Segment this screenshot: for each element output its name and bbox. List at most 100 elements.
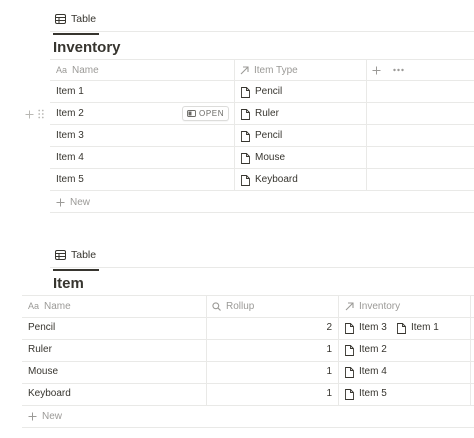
page-icon [241, 174, 250, 186]
view-tab-label: Table [71, 249, 97, 261]
header-top-border [22, 295, 474, 296]
column-header-rollup[interactable]: Rollup [212, 299, 254, 313]
text-property-icon: Aa [56, 65, 68, 75]
relation-page-label: Pencil [255, 130, 283, 141]
table-row-name[interactable]: Pencil [28, 321, 55, 335]
page-icon [241, 152, 250, 164]
relation-page-chip[interactable]: Item 1 [397, 321, 439, 335]
row-border [22, 317, 474, 318]
relation-page-chip[interactable]: Mouse [241, 151, 285, 165]
column-header-inventory[interactable]: Inventory [345, 299, 400, 313]
new-row-label: New [70, 196, 91, 208]
row-border [50, 168, 474, 169]
relation-page-chip[interactable]: Item 3 [345, 321, 387, 335]
rollup-value: 1 [326, 388, 332, 399]
relation-page-label: Item 1 [411, 322, 439, 333]
relation-page-label: Item 3 [359, 322, 387, 333]
new-row-label: New [42, 410, 63, 422]
page-icon [345, 366, 354, 378]
page-icon [241, 86, 250, 98]
search-rollup-icon [212, 301, 221, 311]
row-border [50, 124, 474, 125]
open-row-button[interactable]: OPEN [182, 106, 230, 121]
header-top-border [50, 59, 474, 60]
active-tab-underline [53, 33, 100, 35]
inventory-db-title[interactable]: Inventory [53, 39, 121, 56]
column-header-label: Name [72, 64, 99, 76]
view-tab-label: Table [71, 13, 97, 25]
relation-page-chip[interactable]: Item 2 [345, 343, 387, 357]
column-header-label: Inventory [359, 300, 401, 312]
drag-handle-icon[interactable] [38, 109, 44, 119]
table-row-name[interactable]: Item 4 [56, 151, 84, 165]
tab-divider [50, 267, 474, 268]
column-header-name[interactable]: Aa Name [56, 63, 99, 77]
item-db-title[interactable]: Item [53, 275, 84, 292]
relation-page-label: Mouse [255, 152, 286, 163]
row-border [22, 405, 474, 406]
table-row-name[interactable]: Item 2 [56, 107, 84, 121]
row-border [22, 427, 474, 428]
table-row-name[interactable]: Mouse [28, 365, 58, 379]
table-row-name[interactable]: Keyboard [28, 387, 71, 401]
relation-page-chip[interactable]: Item 4 [345, 365, 387, 379]
column-header-name[interactable]: Aa Name [28, 299, 71, 313]
column-divider [338, 295, 339, 405]
column-divider [206, 295, 207, 405]
page-icon [345, 344, 354, 356]
tab-divider [50, 31, 474, 32]
plus-icon [372, 66, 381, 75]
more-options-button[interactable] [393, 63, 404, 77]
item-view-tab-table[interactable]: Table [53, 245, 100, 271]
plus-icon [28, 412, 37, 421]
open-sidepeek-icon [187, 110, 196, 117]
add-column-button[interactable] [372, 63, 381, 77]
column-header-label: Name [44, 300, 71, 312]
relation-arrow-icon [240, 65, 249, 75]
relation-page-label: Pencil [255, 86, 283, 97]
column-divider [234, 59, 235, 190]
page-icon [345, 388, 354, 400]
table-row-name[interactable]: Item 3 [56, 129, 84, 143]
table-row-name[interactable]: Item 5 [56, 173, 84, 187]
add-new-row-button[interactable]: New [56, 195, 90, 209]
relation-arrow-icon [345, 301, 354, 311]
relation-page-chip[interactable]: Keyboard [241, 173, 298, 187]
relation-page-chip[interactable]: Item 5 [345, 387, 387, 401]
add-new-row-button[interactable]: New [28, 409, 62, 423]
more-dots-icon [393, 68, 404, 72]
relation-page-chip[interactable]: Pencil [241, 85, 282, 99]
column-header-item-type[interactable]: Item Type [240, 63, 298, 77]
page-icon [397, 322, 406, 334]
row-border [50, 146, 474, 147]
rollup-value: 1 [326, 366, 332, 377]
rollup-value: 1 [326, 344, 332, 355]
inventory-view-tab-table[interactable]: Table [53, 9, 100, 35]
table-row-name[interactable]: Item 1 [56, 85, 84, 99]
plus-icon [56, 198, 65, 207]
text-property-icon: Aa [28, 301, 40, 311]
row-border [22, 383, 474, 384]
column-header-label: Item Type [254, 64, 298, 76]
row-border [22, 339, 474, 340]
relation-page-label: Item 2 [359, 344, 387, 355]
plus-icon[interactable] [25, 110, 34, 119]
table-icon [55, 250, 66, 260]
column-divider [470, 295, 471, 405]
row-border [22, 361, 474, 362]
relation-page-chip[interactable]: Ruler [241, 107, 279, 121]
relation-page-chip[interactable]: Pencil [241, 129, 282, 143]
relation-page-label: Item 5 [359, 388, 387, 399]
table-row-name[interactable]: Ruler [28, 343, 52, 357]
row-border [50, 212, 474, 213]
row-border [50, 102, 474, 103]
open-button-label: OPEN [199, 109, 225, 118]
relation-page-label: Ruler [255, 108, 279, 119]
page-icon [345, 322, 354, 334]
column-header-label: Rollup [226, 300, 255, 312]
table-icon [55, 14, 66, 24]
relation-page-label: Item 4 [359, 366, 387, 377]
row-drag-handle[interactable] [25, 107, 44, 121]
row-border [50, 190, 474, 191]
page-icon [241, 108, 250, 120]
